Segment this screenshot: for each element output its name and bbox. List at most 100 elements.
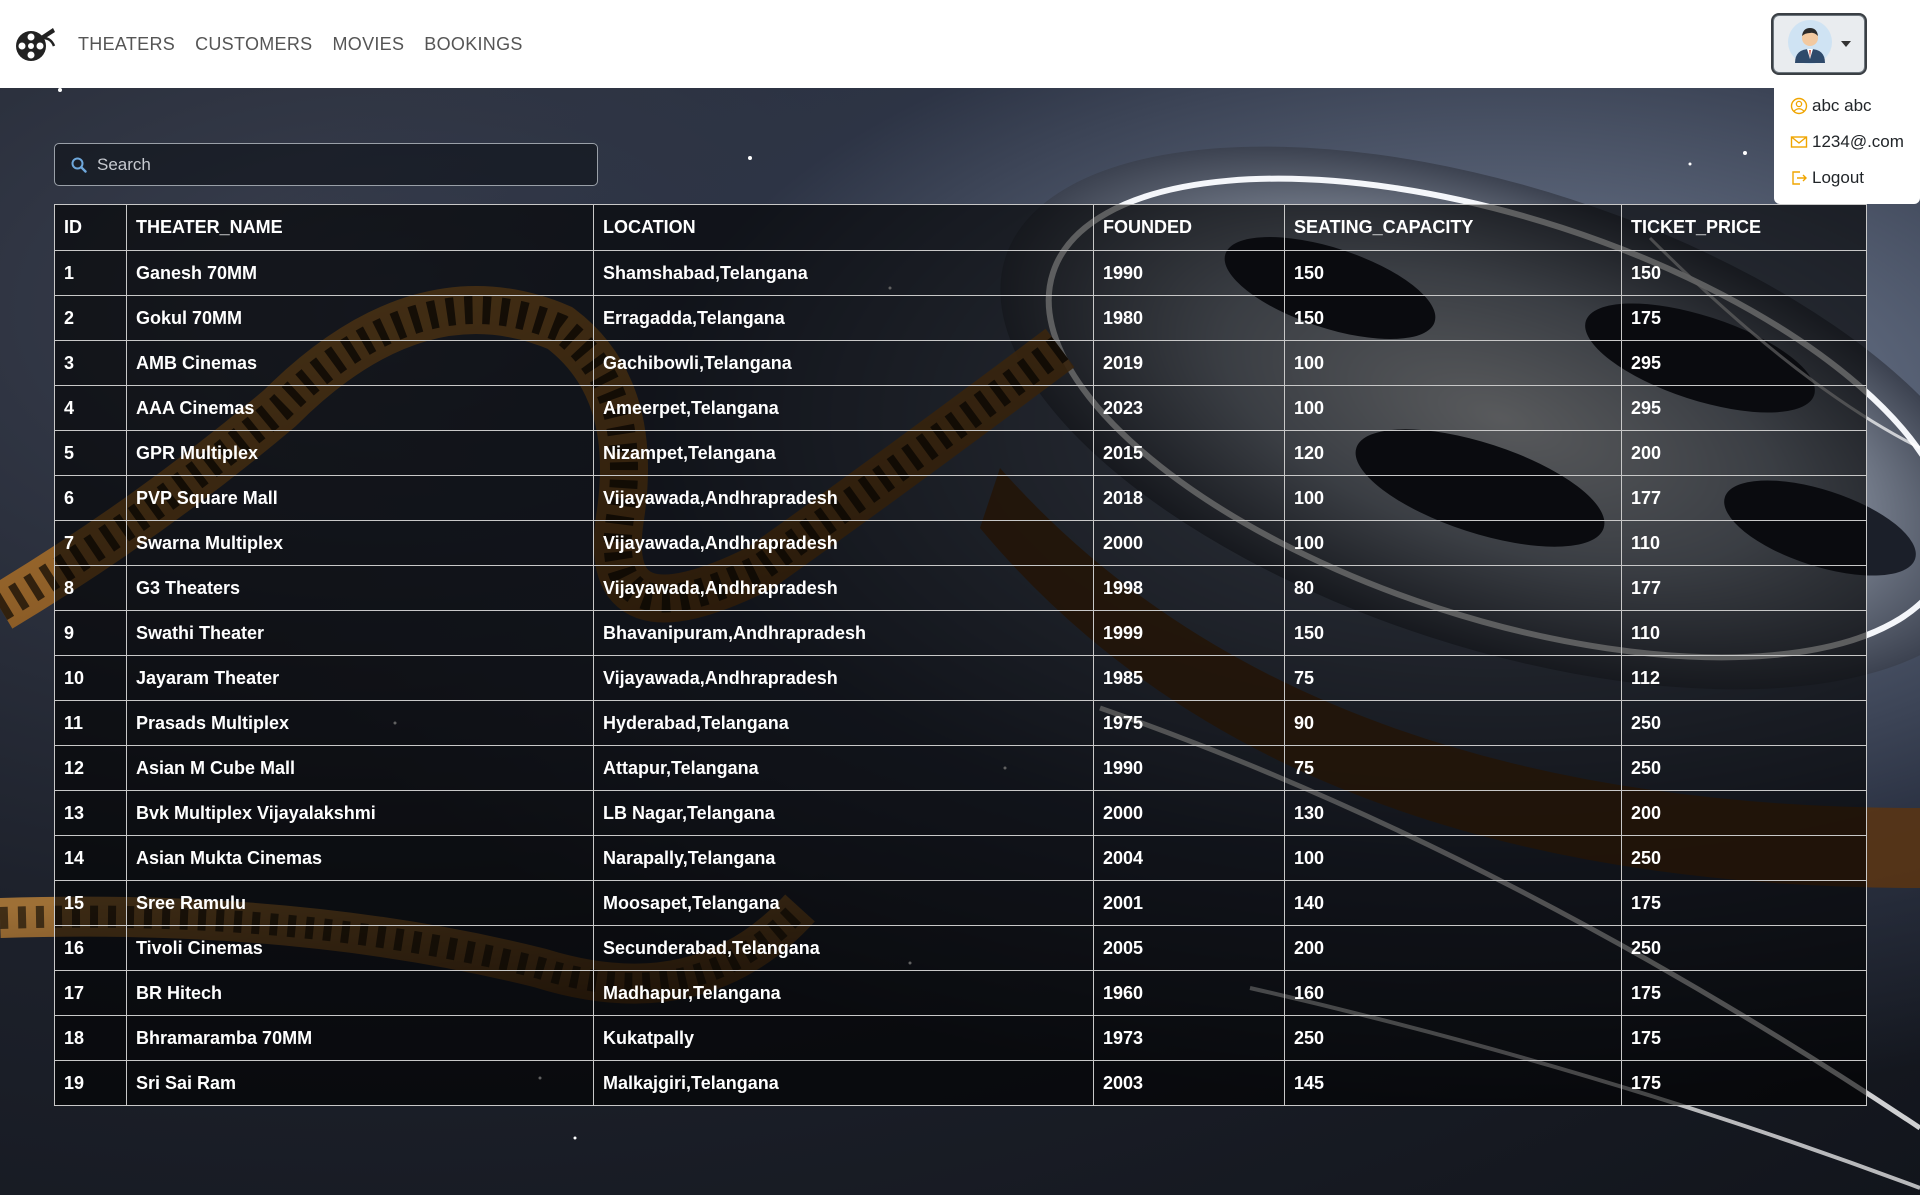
cell-founded: 1985 bbox=[1093, 655, 1285, 701]
cell-location: Gachibowli,Telangana bbox=[593, 340, 1094, 386]
cell-id: 2 bbox=[54, 295, 127, 341]
cell-id: 4 bbox=[54, 385, 127, 431]
table-row[interactable]: 2 Gokul 70MM Erragadda,Telangana 1980 150 175 bbox=[54, 295, 1867, 341]
dropdown-item-email[interactable]: 1234@.com bbox=[1774, 124, 1920, 160]
cell-founded: 2019 bbox=[1093, 340, 1285, 386]
table-row[interactable]: 11 Prasads Multiplex Hyderabad,Telangana 19… bbox=[54, 700, 1867, 746]
nav-link-bookings[interactable]: BOOKINGS bbox=[424, 34, 522, 55]
nav-link-theaters[interactable]: THEATERS bbox=[78, 34, 175, 55]
nav-link-customers[interactable]: CUSTOMERS bbox=[195, 34, 312, 55]
table-row[interactable]: 12 Asian M Cube Mall Attapur,Telangana 1990… bbox=[54, 745, 1867, 791]
search-input[interactable] bbox=[95, 153, 579, 176]
column-header-theater-name[interactable]: THEATER_NAME bbox=[126, 204, 594, 251]
cell-location: Shamshabad,Telangana bbox=[593, 250, 1094, 296]
table-row[interactable]: 5 GPR Multiplex Nizampet,Telangana 2015 120 2… bbox=[54, 430, 1867, 476]
column-header-founded[interactable]: FOUNDED bbox=[1093, 204, 1285, 251]
cell-ticket-price: 177 bbox=[1621, 565, 1867, 611]
cell-location: Moosapet,Telangana bbox=[593, 880, 1094, 926]
cell-founded: 1975 bbox=[1093, 700, 1285, 746]
navbar: THEATERS CUSTOMERS MOVIES BOOKINGS bbox=[0, 0, 1920, 88]
cell-theater-name: G3 Theaters bbox=[126, 565, 594, 611]
cell-location: Vijayawada,Andhrapradesh bbox=[593, 565, 1094, 611]
dropdown-logout-label: Logout bbox=[1812, 168, 1864, 187]
table-row[interactable]: 19 Sri Sai Ram Malkajgiri,Telangana 2003 145… bbox=[54, 1060, 1867, 1106]
table-row[interactable]: 1 Ganesh 70MM Shamshabad,Telangana 1990 150 1… bbox=[54, 250, 1867, 296]
cell-location: Narapally,Telangana bbox=[593, 835, 1094, 881]
cell-seating-capacity: 150 bbox=[1284, 295, 1622, 341]
cell-location: Malkajgiri,Telangana bbox=[593, 1060, 1094, 1106]
cell-theater-name: Ganesh 70MM bbox=[126, 250, 594, 296]
table-row[interactable]: 17 BR Hitech Madhapur,Telangana 1960 160 175 bbox=[54, 970, 1867, 1016]
cell-seating-capacity: 100 bbox=[1284, 520, 1622, 566]
cell-id: 8 bbox=[54, 565, 127, 611]
cell-theater-name: Asian M Cube Mall bbox=[126, 745, 594, 791]
column-header-seating-capacity[interactable]: SEATING_CAPACITY bbox=[1284, 204, 1622, 251]
cell-founded: 1998 bbox=[1093, 565, 1285, 611]
cell-seating-capacity: 100 bbox=[1284, 475, 1622, 521]
cell-theater-name: Jayaram Theater bbox=[126, 655, 594, 701]
cell-id: 13 bbox=[54, 790, 127, 836]
dropdown-item-username[interactable]: abc abc bbox=[1774, 88, 1920, 124]
cell-ticket-price: 112 bbox=[1621, 655, 1867, 701]
cell-theater-name: Swarna Multiplex bbox=[126, 520, 594, 566]
cell-ticket-price: 250 bbox=[1621, 745, 1867, 791]
cell-ticket-price: 110 bbox=[1621, 610, 1867, 656]
theaters-table: ID THEATER_NAME LOCATION FOUNDED SEATING… bbox=[54, 204, 1867, 1106]
cell-theater-name: Sri Sai Ram bbox=[126, 1060, 594, 1106]
table-row[interactable]: 6 PVP Square Mall Vijayawada,Andhrapradesh… bbox=[54, 475, 1867, 521]
cell-ticket-price: 295 bbox=[1621, 385, 1867, 431]
table-row[interactable]: 7 Swarna Multiplex Vijayawada,Andhraprades… bbox=[54, 520, 1867, 566]
table-row[interactable]: 8 G3 Theaters Vijayawada,Andhrapradesh 1998… bbox=[54, 565, 1867, 611]
cell-founded: 1999 bbox=[1093, 610, 1285, 656]
cell-founded: 1973 bbox=[1093, 1015, 1285, 1061]
table-row[interactable]: 3 AMB Cinemas Gachibowli,Telangana 2019 100 2… bbox=[54, 340, 1867, 386]
table-row[interactable]: 14 Asian Mukta Cinemas Narapally,Telangana… bbox=[54, 835, 1867, 881]
cell-founded: 2000 bbox=[1093, 790, 1285, 836]
cell-theater-name: Prasads Multiplex bbox=[126, 700, 594, 746]
cell-id: 19 bbox=[54, 1060, 127, 1106]
film-reel-logo-icon[interactable] bbox=[12, 21, 58, 67]
table-row[interactable]: 9 Swathi Theater Bhavanipuram,Andhraprades… bbox=[54, 610, 1867, 656]
cell-founded: 2015 bbox=[1093, 430, 1285, 476]
table-row[interactable]: 18 Bhramaramba 70MM Kukatpally 1973 250 175 bbox=[54, 1015, 1867, 1061]
cell-theater-name: AAA Cinemas bbox=[126, 385, 594, 431]
nav-link-movies[interactable]: MOVIES bbox=[332, 34, 404, 55]
cell-ticket-price: 177 bbox=[1621, 475, 1867, 521]
cell-ticket-price: 250 bbox=[1621, 700, 1867, 746]
cell-founded: 1990 bbox=[1093, 250, 1285, 296]
search-input-container[interactable] bbox=[54, 143, 598, 186]
cell-ticket-price: 250 bbox=[1621, 835, 1867, 881]
dropdown-item-logout[interactable]: Logout bbox=[1774, 160, 1920, 196]
cell-location: Kukatpally bbox=[593, 1015, 1094, 1061]
table-row[interactable]: 15 Sree Ramulu Moosapet,Telangana 2001 140 17… bbox=[54, 880, 1867, 926]
table-header-row: ID THEATER_NAME LOCATION FOUNDED SEATING… bbox=[54, 204, 1867, 251]
cell-seating-capacity: 90 bbox=[1284, 700, 1622, 746]
cell-theater-name: Bvk Multiplex Vijayalakshmi bbox=[126, 790, 594, 836]
cell-ticket-price: 200 bbox=[1621, 430, 1867, 476]
cell-founded: 2023 bbox=[1093, 385, 1285, 431]
cell-id: 16 bbox=[54, 925, 127, 971]
cell-seating-capacity: 120 bbox=[1284, 430, 1622, 476]
cell-theater-name: Gokul 70MM bbox=[126, 295, 594, 341]
cell-theater-name: Swathi Theater bbox=[126, 610, 594, 656]
table-row[interactable]: 10 Jayaram Theater Vijayawada,Andhraprades… bbox=[54, 655, 1867, 701]
table-row[interactable]: 13 Bvk Multiplex Vijayalakshmi LB Nagar,Te… bbox=[54, 790, 1867, 836]
cell-ticket-price: 110 bbox=[1621, 520, 1867, 566]
cell-seating-capacity: 140 bbox=[1284, 880, 1622, 926]
cell-id: 17 bbox=[54, 970, 127, 1016]
column-header-ticket-price[interactable]: TICKET_PRICE bbox=[1621, 204, 1867, 251]
column-header-id[interactable]: ID bbox=[54, 204, 127, 251]
cell-id: 9 bbox=[54, 610, 127, 656]
cell-ticket-price: 295 bbox=[1621, 340, 1867, 386]
cell-founded: 1980 bbox=[1093, 295, 1285, 341]
user-menu-button[interactable] bbox=[1773, 15, 1865, 73]
table-row[interactable]: 16 Tivoli Cinemas Secunderabad,Telangana 20… bbox=[54, 925, 1867, 971]
cell-id: 15 bbox=[54, 880, 127, 926]
table-row[interactable]: 4 AAA Cinemas Ameerpet,Telangana 2023 100 295 bbox=[54, 385, 1867, 431]
column-header-location[interactable]: LOCATION bbox=[593, 204, 1094, 251]
cell-ticket-price: 175 bbox=[1621, 970, 1867, 1016]
cell-ticket-price: 250 bbox=[1621, 925, 1867, 971]
cell-ticket-price: 200 bbox=[1621, 790, 1867, 836]
cell-founded: 2004 bbox=[1093, 835, 1285, 881]
cell-seating-capacity: 200 bbox=[1284, 925, 1622, 971]
